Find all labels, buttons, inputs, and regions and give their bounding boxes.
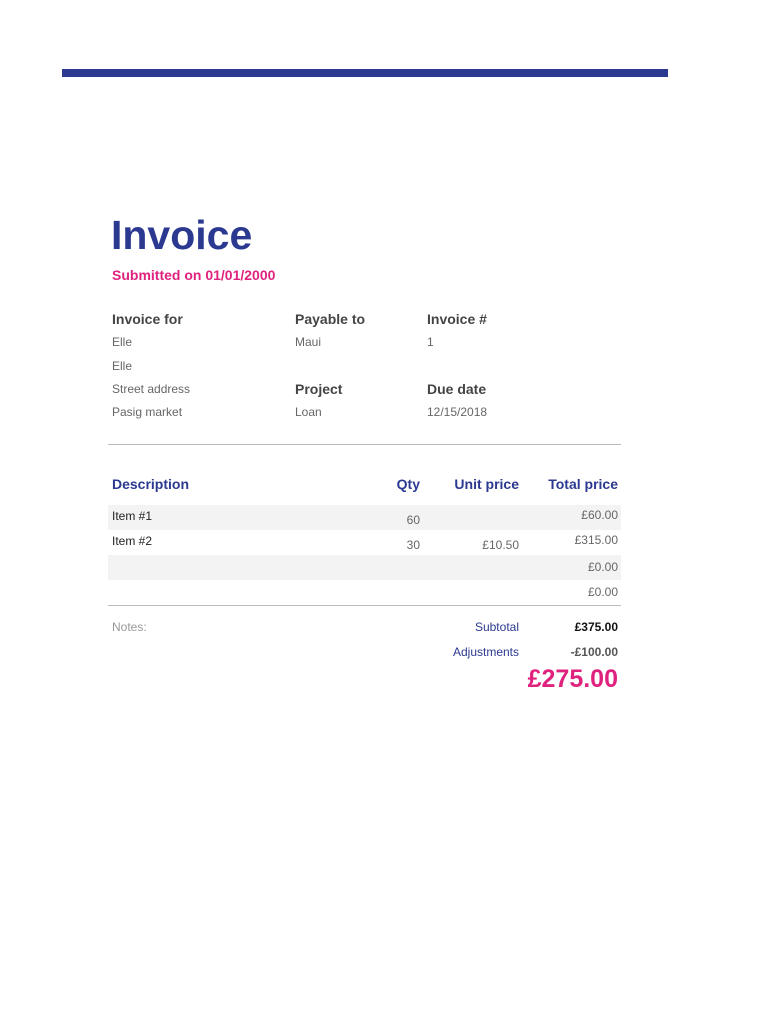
submitted-date: Submitted on 01/01/2000 [112, 267, 276, 283]
notes-label: Notes: [112, 620, 147, 634]
row-total: £315.00 [574, 533, 618, 547]
table-row: Item #1 60 £60.00 [108, 505, 621, 530]
project-value: Loan [295, 405, 322, 419]
header-qty: Qty [396, 476, 420, 492]
invoice-number-label: Invoice # [427, 311, 487, 327]
project-label: Project [295, 381, 343, 397]
invoice-for-label: Invoice for [112, 311, 183, 327]
table-row: £0.00 [108, 580, 621, 605]
invoice-number-value: 1 [427, 335, 434, 349]
row-total: £0.00 [587, 585, 618, 599]
invoice-page: Invoice Submitted on 01/01/2000 Invoice … [0, 0, 768, 1024]
invoice-for-line: Elle [112, 359, 133, 373]
invoice-for-line: Street address [112, 382, 191, 396]
subtotal-label: Subtotal [474, 620, 519, 634]
divider [108, 444, 621, 445]
table-row: £0.00 [108, 555, 621, 580]
row-qty: 30 [406, 538, 420, 552]
divider [108, 605, 621, 606]
grand-total: £275.00 [527, 665, 618, 693]
adjustments-label: Adjustments [452, 645, 519, 659]
row-description: Item #2 [112, 534, 153, 548]
table-row: Item #2 30 £10.50 £315.00 [108, 530, 621, 555]
row-total: £60.00 [581, 508, 618, 522]
header-description: Description [112, 476, 190, 492]
header-bar [62, 69, 668, 77]
payable-to-value: Maui [295, 335, 322, 349]
row-total: £0.00 [587, 560, 618, 574]
adjustments-value: -£100.00 [570, 645, 618, 659]
header-total-price: Total price [548, 476, 618, 492]
due-date-value: 12/15/2018 [427, 405, 488, 419]
row-description: Item #1 [112, 509, 153, 523]
invoice-for-line: Pasig market [112, 405, 183, 419]
invoice-title: Invoice [111, 212, 253, 258]
due-date-label: Due date [427, 381, 487, 397]
subtotal-value: £375.00 [574, 620, 618, 634]
row-unit-price: £10.50 [482, 538, 519, 552]
payable-to-label: Payable to [295, 311, 366, 327]
header-unit-price: Unit price [454, 476, 519, 492]
row-qty: 60 [406, 513, 420, 527]
invoice-for-line: Elle [112, 335, 133, 349]
